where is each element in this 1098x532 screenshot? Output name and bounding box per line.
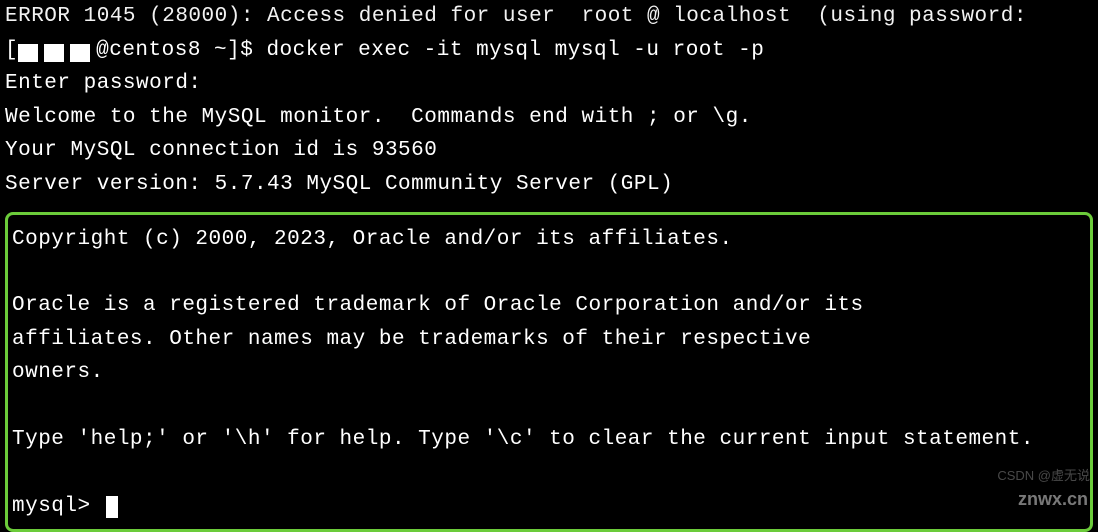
blank-line: [12, 390, 1086, 423]
cursor: [106, 496, 118, 518]
watermark-znwx: znwx.cn: [1018, 485, 1088, 514]
terminal-output[interactable]: ERROR 1045 (28000): Access denied for us…: [0, 0, 1098, 532]
redacted-block: [18, 44, 38, 62]
shell-host: @centos8 ~]$: [96, 39, 266, 62]
trademark-line-2: affiliates. Other names may be trademark…: [12, 323, 1086, 357]
highlighted-section: Copyright (c) 2000, 2023, Oracle and/or …: [5, 212, 1093, 532]
welcome-line: Welcome to the MySQL monitor. Commands e…: [5, 101, 1093, 135]
shell-command: docker exec -it mysql mysql -u root -p: [266, 39, 764, 62]
server-version-line: Server version: 5.7.43 MySQL Community S…: [5, 168, 1093, 202]
redacted-block: [44, 44, 64, 62]
blank-line: [12, 457, 1086, 490]
error-line-cutoff: ERROR 1045 (28000): Access denied for us…: [5, 0, 1093, 34]
help-line: Type 'help;' or '\h' for help. Type '\c'…: [12, 423, 1086, 457]
trademark-line-1: Oracle is a registered trademark of Orac…: [12, 289, 1086, 323]
blank-line: [12, 256, 1086, 289]
shell-prompt-line: [@centos8 ~]$ docker exec -it mysql mysq…: [5, 34, 1093, 68]
watermark-csdn: CSDN @虚无说: [997, 466, 1090, 487]
enter-password-line: Enter password:: [5, 67, 1093, 101]
redacted-block: [70, 44, 90, 62]
copyright-line: Copyright (c) 2000, 2023, Oracle and/or …: [12, 223, 1086, 257]
mysql-prompt-line[interactable]: mysql>: [12, 490, 1086, 524]
mysql-prompt-text: mysql>: [12, 495, 104, 518]
connection-id-line: Your MySQL connection id is 93560: [5, 134, 1093, 168]
trademark-line-3: owners.: [12, 356, 1086, 390]
